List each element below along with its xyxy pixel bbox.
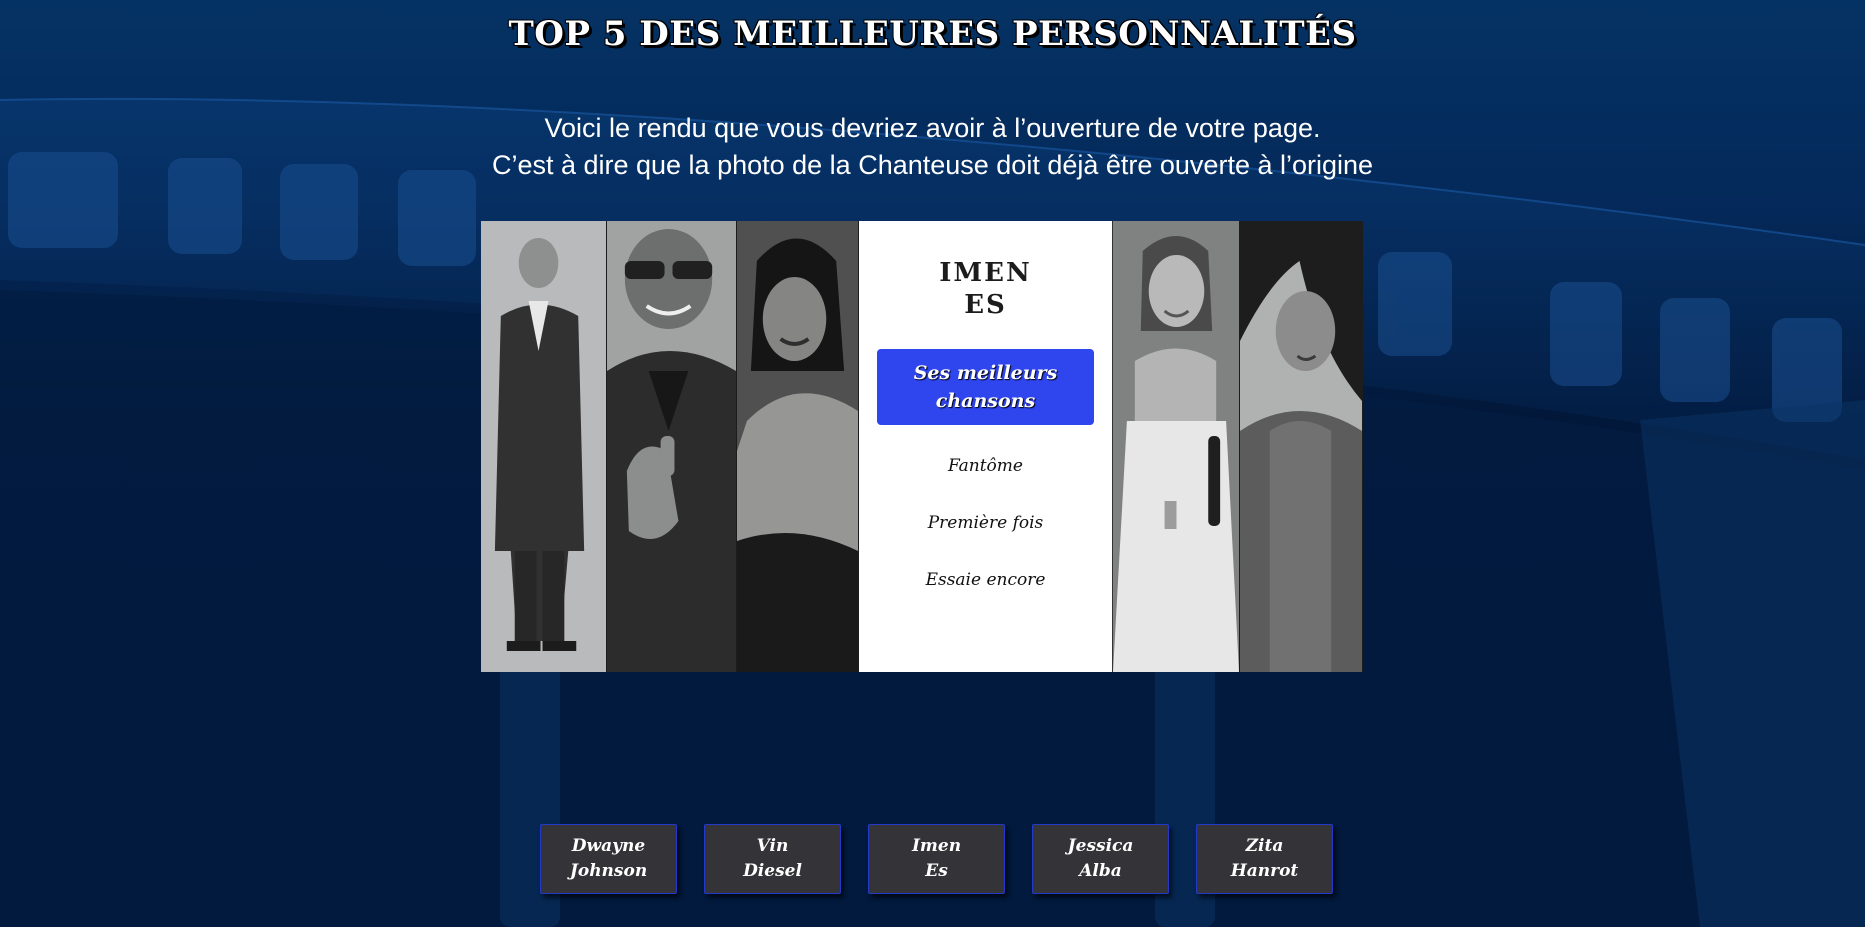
zita-hanrot-photo: [1240, 221, 1362, 672]
vin-diesel-photo: [607, 221, 736, 672]
open-panel-imen-es: IMEN ES Ses meilleurs chansons Fantôme P…: [859, 221, 1113, 672]
nav-button-label-line-2: Diesel: [743, 861, 802, 881]
intro-line-1: Voici le rendu que vous devriez avoir à …: [544, 113, 1321, 143]
open-panel-name-line-2: ES: [964, 290, 1007, 320]
nav-button-label-line-1: Jessica: [1067, 836, 1134, 856]
photo-panel-vin-diesel[interactable]: [607, 221, 737, 672]
intro-line-2: C’est à dire que la photo de la Chanteus…: [491, 150, 1374, 180]
nav-button-jessica-alba[interactable]: Jessica Alba: [1032, 824, 1169, 894]
photo-panel-zita-hanrot[interactable]: [1240, 221, 1363, 672]
open-panel-name: IMEN ES: [939, 257, 1032, 321]
nav-button-zita-hanrot[interactable]: Zita Hanrot: [1196, 824, 1333, 894]
personality-nav: Dwayne Johnson Vin Diesel Imen Es Jessic…: [540, 824, 1333, 894]
nav-button-imen-es[interactable]: Imen Es: [868, 824, 1005, 894]
nav-button-label-line-1: Dwayne: [571, 836, 646, 856]
song-item-essaie-encore[interactable]: Essaie encore: [926, 565, 1046, 596]
nav-button-label-line-1: Imen: [911, 836, 962, 856]
nav-button-label-line-1: Vin: [756, 836, 789, 856]
song-item-fantome[interactable]: Fantôme: [948, 451, 1023, 482]
page-title: TOP 5 DES MEILLEURES PERSONNALITÉS: [508, 14, 1357, 54]
imen-es-photo: [737, 221, 858, 672]
nav-button-dwayne-johnson[interactable]: Dwayne Johnson: [540, 824, 677, 894]
nav-button-label-line-2: Johnson: [569, 861, 648, 881]
best-songs-button[interactable]: Ses meilleurs chansons: [877, 349, 1094, 425]
photo-panel-imen-es[interactable]: [737, 221, 859, 672]
photo-panel-jessica-alba[interactable]: [1113, 221, 1240, 672]
nav-button-label-line-2: Hanrot: [1230, 861, 1299, 881]
dwayne-johnson-photo: [481, 221, 606, 672]
song-item-premiere-fois[interactable]: Première fois: [928, 508, 1044, 539]
nav-button-label-line-2: Alba: [1079, 861, 1122, 881]
personality-gallery: IMEN ES Ses meilleurs chansons Fantôme P…: [481, 221, 1363, 672]
nav-button-label-line-2: Es: [925, 861, 948, 881]
intro-text: Voici le rendu que vous devriez avoir à …: [0, 110, 1865, 184]
nav-button-vin-diesel[interactable]: Vin Diesel: [704, 824, 841, 894]
open-panel-name-line-1: IMEN: [939, 258, 1032, 288]
photo-panel-dwayne-johnson[interactable]: [481, 221, 607, 672]
jessica-alba-photo: [1113, 221, 1239, 672]
nav-button-label-line-1: Zita: [1245, 836, 1284, 856]
